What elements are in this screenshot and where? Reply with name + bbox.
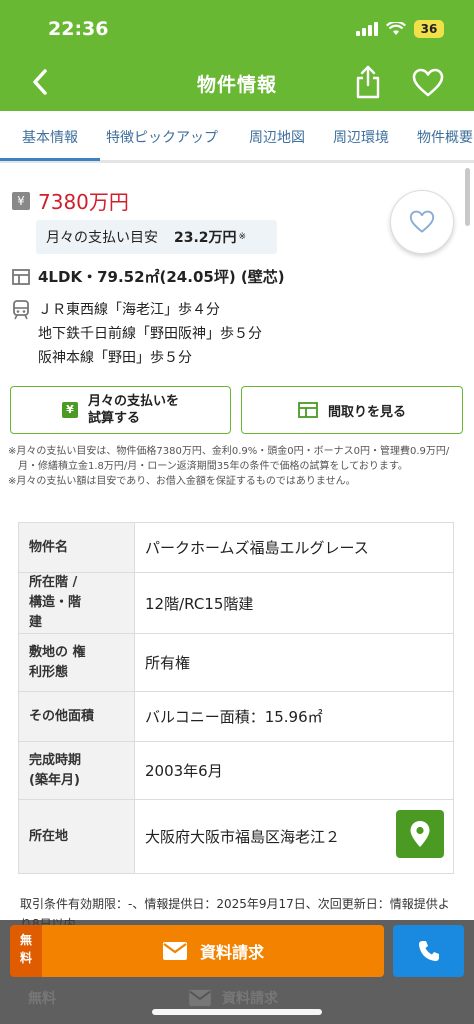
favorite-circle-button[interactable] — [390, 190, 454, 254]
row-value: 2003年6月 — [134, 741, 454, 800]
view-floorplan-label: 間取りを見る — [327, 404, 406, 420]
access-line: 阪神本線「野田」歩５分 — [38, 350, 192, 366]
home-indicator — [152, 1009, 322, 1015]
favorite-button[interactable] — [412, 68, 444, 100]
row-label: 敷地の 権利形態 — [18, 633, 135, 692]
map-button[interactable] — [396, 810, 444, 858]
tab-area-map[interactable]: 周辺地図 — [249, 127, 305, 147]
mail-icon — [162, 942, 187, 960]
ghost-request-text: 資料請求 — [222, 991, 278, 1007]
payment-simulation-label-line1: 月々の支払いを — [87, 394, 179, 409]
payment-notes: ※月々の支払い目安は、物件価格7380万円、金利0.9%・頭金0円・ボーナス0円… — [8, 444, 466, 489]
note-text: ※月々の支払い目安は、物件価格7380万円、金利0.9%・頭金0円・ボーナス0円… — [8, 446, 450, 472]
payment-simulation-button[interactable]: ¥ 月々の支払いを 試算する — [10, 386, 231, 434]
note-text: ※月々の支払い額は目安であり、お借入金額を保証するものではありません。 — [8, 476, 356, 487]
payment-simulation-label: 月々の支払いを 試算する — [88, 393, 179, 427]
tab-overview[interactable]: 物件概要 — [417, 127, 473, 147]
row-label: 所在階 / 構造・階建 — [18, 572, 135, 634]
tab-bar: 基本情報 特徴ピックアップ 周辺地図 周辺環境 物件概要 — [0, 111, 474, 163]
ghost-request-label: 資料請求 — [188, 988, 278, 1008]
heart-icon — [412, 68, 444, 97]
page-title: 物件情報 — [196, 74, 277, 96]
request-materials-button[interactable]: 資料請求 — [42, 925, 384, 977]
status-time: 22:36 — [48, 18, 109, 40]
view-floorplan-button[interactable]: 間取りを見る — [241, 386, 463, 434]
row-label: 所在地 — [18, 799, 135, 874]
layout-text: 4LDK・79.52㎡(24.05坪) (壁芯) — [38, 268, 285, 286]
app-header: 22:36 36 物件情報 — [0, 0, 474, 111]
row-value: 12階/RC15階建 — [134, 572, 454, 634]
floorplan-icon — [12, 268, 30, 285]
wifi-icon — [386, 22, 406, 35]
table-row: その他面積 バルコニー面積：15.96㎡ — [18, 691, 454, 742]
yen-icon: ¥ — [61, 402, 78, 418]
price-value: 7380万円 — [38, 190, 129, 214]
access-line: 地下鉄千日前線「野田阪神」歩５分 — [38, 326, 262, 342]
share-button[interactable] — [352, 64, 384, 100]
layout-row: 4LDK・79.52㎡(24.05坪) (壁芯) — [12, 266, 285, 287]
monthly-label: 月々の支払い目安 — [46, 230, 158, 246]
map-pin-icon — [410, 821, 430, 847]
monthly-payment-box: 月々の支払い目安 23.2万円 ※ — [36, 220, 277, 254]
row-label: 物件名 — [18, 522, 135, 573]
phone-icon — [418, 941, 439, 961]
tab-basic-info[interactable]: 基本情報 — [22, 127, 78, 147]
monthly-value: 23.2万円 — [174, 230, 237, 246]
row-label: その他面積 — [18, 691, 135, 742]
ghost-free-label: 無料 — [28, 991, 56, 1007]
mail-icon — [189, 989, 211, 1007]
heart-icon — [409, 210, 435, 233]
tab-surroundings[interactable]: 周辺環境 — [333, 127, 389, 147]
row-label: 完成時期 (築年月) — [18, 741, 135, 800]
request-materials-label: 資料請求 — [199, 943, 264, 962]
table-row: 所在地 大阪府大阪市福島区海老江２ — [18, 799, 454, 874]
table-row: 物件名 パークホームズ福島エルグレース — [18, 522, 454, 573]
scrollbar[interactable] — [465, 168, 470, 226]
table-row: 所在階 / 構造・階建 12階/RC15階建 — [18, 572, 454, 634]
table-row: 完成時期 (築年月) 2003年6月 — [18, 741, 454, 800]
train-icon — [13, 300, 29, 320]
free-tag: 無料 — [10, 925, 42, 977]
row-value: パークホームズ福島エルグレース — [134, 522, 454, 573]
monthly-note-mark: ※ — [238, 232, 247, 242]
share-icon — [356, 65, 380, 99]
free-tag-text: 無料 — [19, 933, 32, 965]
tab-features[interactable]: 特徴ピックアップ — [106, 127, 218, 147]
floorplan-icon — [298, 402, 318, 418]
payment-simulation-label-line2: 試算する — [87, 411, 140, 426]
table-row: 敷地の 権利形態 所有権 — [18, 633, 454, 692]
price-row: ¥ 7380万円 — [12, 186, 129, 215]
property-info-table: 物件名 パークホームズ福島エルグレース 所在階 / 構造・階建 12階/RC15… — [18, 522, 454, 874]
status-icons: 36 — [356, 20, 444, 38]
yen-icon: ¥ — [12, 191, 30, 210]
battery-indicator: 36 — [414, 20, 444, 38]
call-button[interactable] — [393, 925, 464, 977]
signal-icon — [356, 22, 378, 36]
row-value: 所有権 — [134, 633, 454, 692]
active-tab-indicator — [0, 158, 100, 161]
row-value: バルコニー面積：15.96㎡ — [134, 691, 454, 742]
access-line: ＪＲ東西線「海老江」歩４分 — [38, 302, 220, 318]
